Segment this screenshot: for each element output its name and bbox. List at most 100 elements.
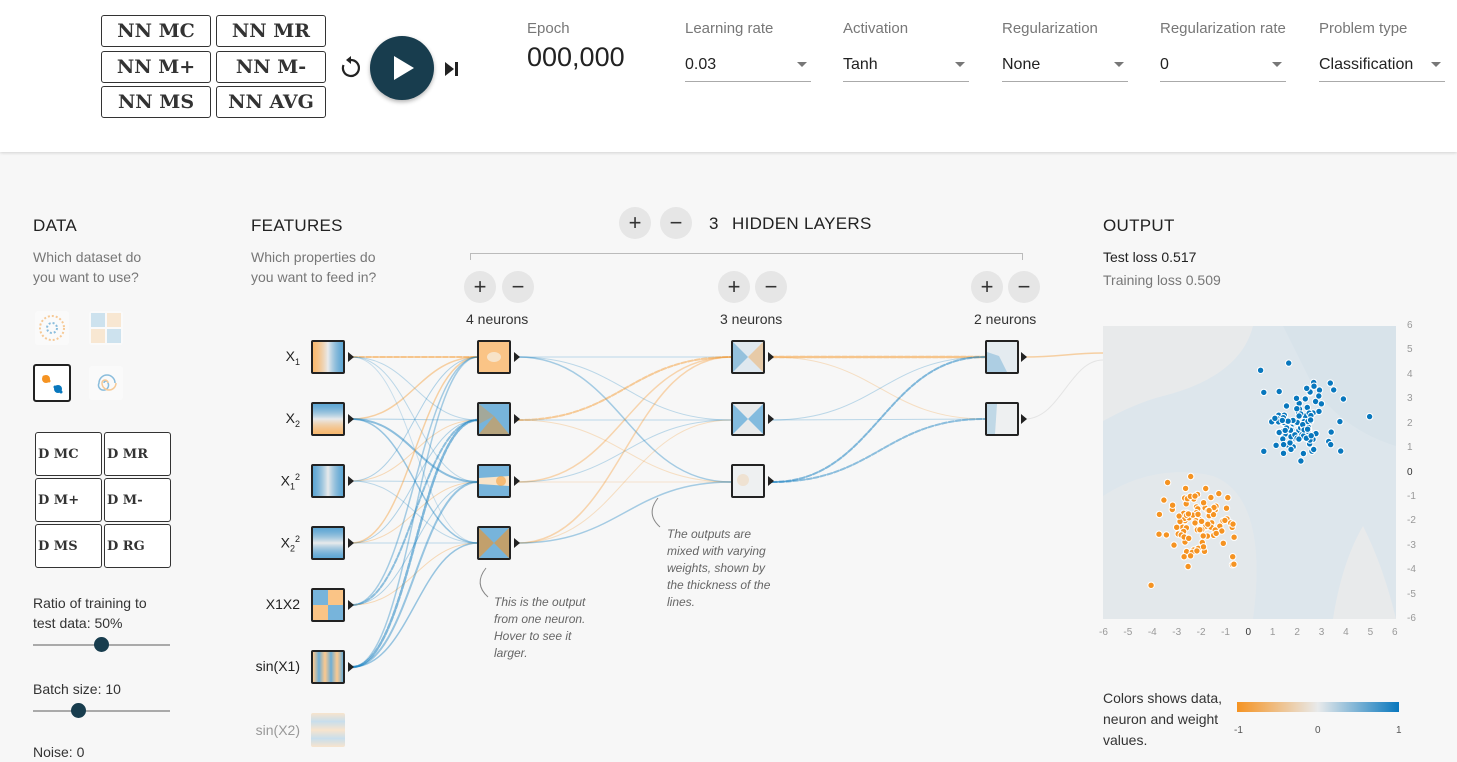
x-tick-label: -2 [1196, 627, 1206, 638]
data-point [1196, 526, 1204, 534]
neuron-l1-4[interactable] [477, 526, 511, 560]
data-point [1297, 457, 1305, 465]
neuron-l2-2[interactable] [731, 402, 765, 436]
hidden-layers-bracket [470, 253, 1023, 260]
data-point [1281, 426, 1289, 435]
layer1-add-neuron-button[interactable]: + [464, 271, 496, 303]
data-point [1365, 412, 1374, 421]
data-point [1306, 416, 1315, 424]
neuron-l3-2[interactable] [985, 402, 1019, 436]
data-point [1199, 499, 1208, 507]
feature-label-x1: X1 [285, 348, 300, 367]
data-point [1205, 506, 1213, 515]
neuron-l2-1[interactable] [731, 340, 765, 374]
data-point [1272, 441, 1280, 450]
data-point [1310, 445, 1318, 454]
neuron-annotation: This is the output from one neuron. Hove… [494, 595, 586, 660]
feature-node-x1[interactable] [311, 340, 345, 374]
neuron-l1-1[interactable] [477, 340, 511, 374]
y-tick-label: 3 [1407, 393, 1413, 405]
feature-label-sin-x1: sin(X1) [255, 658, 300, 674]
test-loss: Test loss 0.517 [1103, 249, 1197, 265]
feature-node-x2-squared[interactable] [311, 526, 345, 560]
y-tick-label: -5 [1407, 588, 1416, 600]
data-point [1191, 492, 1199, 500]
training-loss: Training loss 0.509 [1103, 272, 1221, 288]
y-tick-label: 6 [1407, 320, 1413, 331]
neuron-l1-3[interactable] [477, 464, 511, 498]
data-point [1295, 412, 1303, 420]
x-tick-label: 5 [1367, 627, 1374, 638]
data-point [1193, 547, 1201, 555]
data-point [1315, 392, 1323, 400]
y-tick-label: 4 [1407, 368, 1413, 380]
feature-label-x1x2: X1X2 [265, 596, 300, 612]
neuron-output-arrow [1021, 414, 1027, 424]
feature-node-x1-squared[interactable] [311, 464, 345, 498]
data-point [1230, 560, 1238, 568]
feature-output-arrow [348, 476, 354, 486]
data-point [1207, 493, 1215, 502]
feature-label-x2-squared: X22 [280, 534, 300, 554]
feature-node-x1x2[interactable] [311, 588, 345, 622]
x-tick-label: -1 [1221, 627, 1230, 638]
layer1-remove-neuron-button[interactable]: − [502, 271, 534, 303]
data-point [1191, 519, 1199, 527]
layer1-neurons-label: 4 neurons [466, 311, 529, 327]
hidden-layers-count: 3 [709, 214, 719, 233]
data-point [1163, 478, 1172, 487]
color-legend-text: Colors shows data, neuron and weight val… [1103, 690, 1223, 748]
data-point [1160, 496, 1168, 504]
data-point [1260, 388, 1268, 397]
layer2-neurons-label: 3 neurons [720, 311, 783, 327]
data-point [1173, 523, 1181, 532]
x-tick-label: 4 [1343, 627, 1349, 638]
legend-tick-max: 1 [1396, 725, 1402, 736]
layer3-remove-neuron-button[interactable]: − [1008, 271, 1040, 303]
x-tick-label: -3 [1172, 627, 1182, 638]
feature-node-x2[interactable] [311, 402, 345, 436]
data-point [1317, 400, 1326, 408]
y-tick-label: 1 [1407, 442, 1413, 454]
feature-label-x2: X2 [285, 410, 300, 429]
data-point [1303, 384, 1311, 392]
neuron-output-arrow [768, 352, 774, 362]
data-point [1279, 440, 1288, 449]
data-point [1293, 405, 1301, 413]
data-point [1180, 553, 1188, 561]
y-tick-label: -1 [1407, 490, 1416, 502]
data-point [1315, 407, 1323, 416]
data-point [1326, 379, 1335, 387]
layer2-remove-neuron-button[interactable]: − [755, 271, 787, 303]
data-point [1299, 449, 1308, 458]
neuron-output-arrow [514, 352, 520, 362]
neuron-l3-1[interactable] [985, 340, 1019, 374]
neuron-l2-3[interactable] [731, 464, 765, 498]
y-tick-label: -4 [1407, 564, 1416, 576]
remove-layer-button[interactable]: − [660, 207, 692, 239]
x-tick-label: 3 [1318, 627, 1325, 638]
neuron-output-arrow [768, 476, 774, 486]
feature-node-sin-x2[interactable] [311, 713, 345, 747]
x-tick-label: 1 [1269, 627, 1276, 638]
feature-output-arrow [348, 538, 354, 548]
output-plot[interactable] [1103, 326, 1396, 619]
data-point [1212, 529, 1220, 538]
data-point [1199, 532, 1207, 540]
data-point [1278, 416, 1287, 425]
data-point [1337, 447, 1345, 455]
data-point [1301, 395, 1310, 403]
neuron-l1-2[interactable] [477, 402, 511, 436]
layer2-add-neuron-button[interactable]: + [718, 271, 750, 303]
data-point [1187, 472, 1195, 481]
add-layer-button[interactable]: + [619, 207, 651, 239]
data-point [1194, 510, 1202, 519]
data-point [1181, 484, 1190, 493]
feature-node-sin-x1[interactable] [311, 650, 345, 684]
data-point [1282, 402, 1291, 410]
x-tick-label: 2 [1294, 627, 1300, 638]
layer3-neurons-label: 2 neurons [974, 311, 1037, 327]
layer3-add-neuron-button[interactable]: + [971, 271, 1003, 303]
data-point [1168, 501, 1177, 509]
data-point [1275, 387, 1283, 396]
